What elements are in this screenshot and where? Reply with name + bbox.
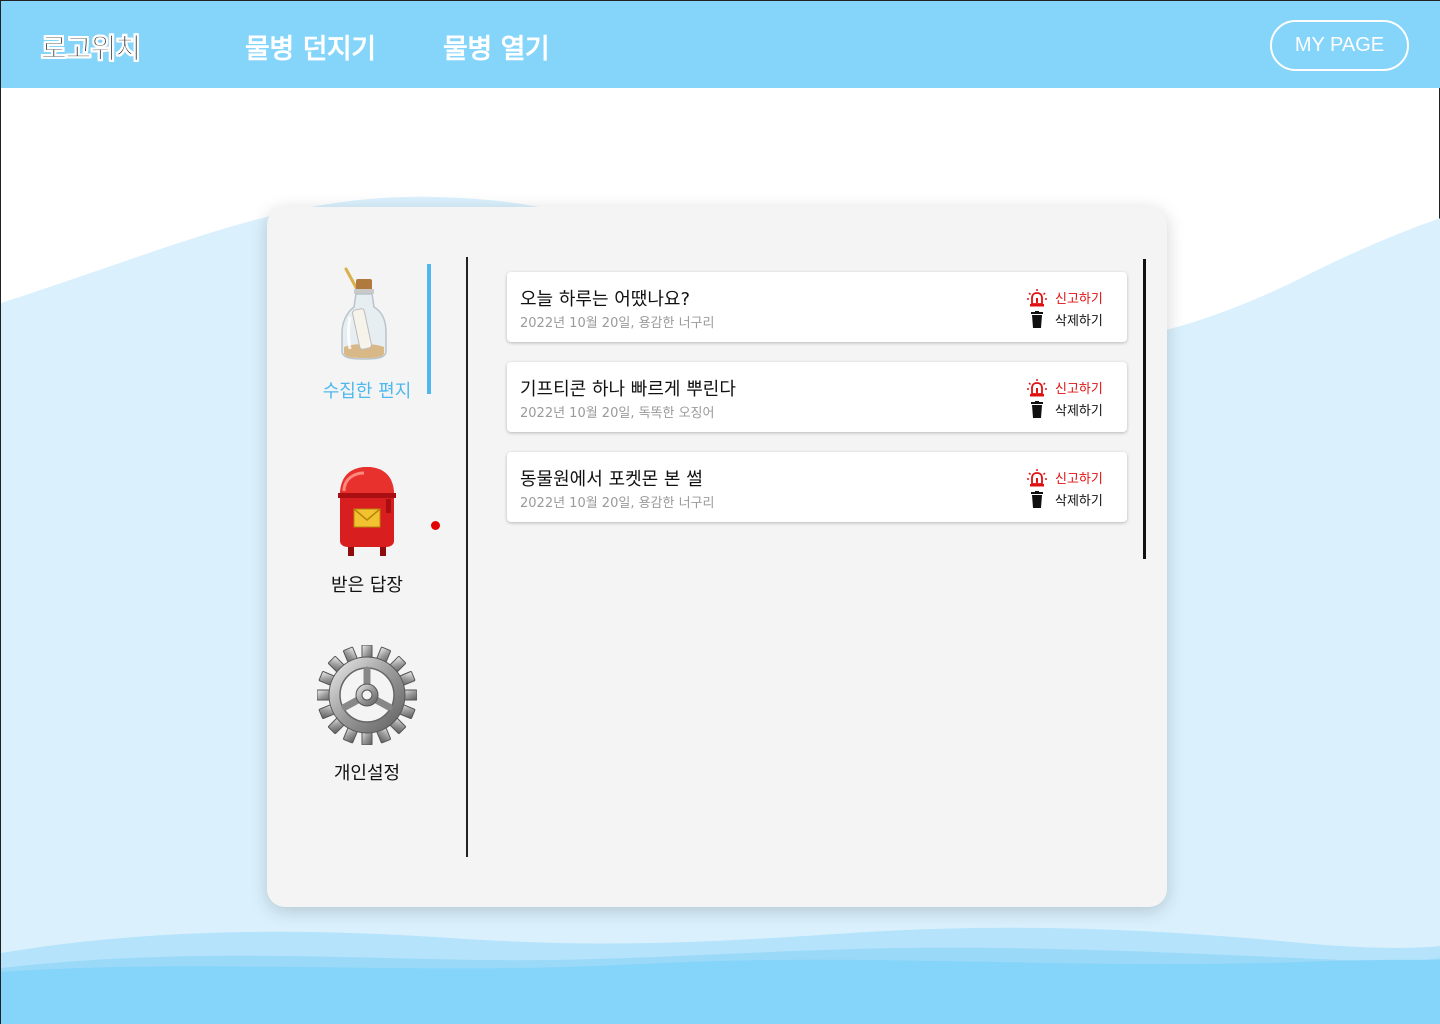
delete-label: 삭제하기	[1055, 494, 1103, 509]
message-bottle-icon	[332, 263, 402, 363]
nav-throw-bottle[interactable]: 물병 던지기	[245, 27, 376, 66]
letter-title: 기프티콘 하나 빠르게 뿌린다	[520, 379, 736, 400]
gear-icon	[317, 645, 417, 745]
letter-title: 동물원에서 포켓몬 본 썰	[520, 469, 703, 490]
notification-dot	[431, 521, 440, 530]
delete-button[interactable]: 삭제하기	[1027, 490, 1103, 509]
mypage-card: 수집한 편지 받은 답장 개인설정 오늘 하루는 어땠나요? 2022년 10월…	[267, 207, 1167, 907]
siren-icon	[1027, 468, 1047, 486]
sidebar-label-collected-letters: 수집한 편지	[322, 381, 412, 402]
scrollbar[interactable]	[1143, 259, 1146, 559]
trash-icon	[1031, 491, 1043, 508]
top-navbar: 로고위치 물병 던지기 물병 열기 MY PAGE	[1, 1, 1440, 88]
letter-meta: 2022년 10월 20일, 용감한 너구리	[520, 316, 715, 331]
report-button[interactable]: 신고하기	[1027, 378, 1103, 397]
report-button[interactable]: 신고하기	[1027, 288, 1103, 307]
letter-title: 오늘 하루는 어땠나요?	[520, 289, 691, 310]
nav-open-bottle[interactable]: 물병 열기	[443, 27, 550, 66]
sidebar-item-settings[interactable]: 개인설정	[267, 645, 467, 785]
trash-icon	[1031, 311, 1043, 328]
delete-label: 삭제하기	[1055, 314, 1103, 329]
delete-button[interactable]: 삭제하기	[1027, 400, 1103, 419]
sidebar-label-settings: 개인설정	[333, 763, 401, 784]
logo[interactable]: 로고위치	[41, 27, 142, 67]
sidebar-item-collected-letters[interactable]: 수집한 편지	[267, 263, 467, 403]
siren-icon	[1027, 288, 1047, 306]
delete-button[interactable]: 삭제하기	[1027, 310, 1103, 329]
letter-meta: 2022년 10월 20일, 독똑한 오징어	[520, 406, 715, 421]
letter-item[interactable]: 기프티콘 하나 빠르게 뿌린다 2022년 10월 20일, 독똑한 오징어 신…	[507, 362, 1127, 432]
mypage-button[interactable]: MY PAGE	[1270, 20, 1409, 71]
report-button[interactable]: 신고하기	[1027, 468, 1103, 487]
red-mailbox-icon	[334, 457, 400, 557]
trash-icon	[1031, 401, 1043, 418]
report-label: 신고하기	[1055, 382, 1103, 397]
siren-icon	[1027, 378, 1047, 396]
active-indicator	[427, 264, 431, 394]
report-label: 신고하기	[1055, 292, 1103, 307]
letter-item[interactable]: 오늘 하루는 어땠나요? 2022년 10월 20일, 용감한 너구리 신고하기	[507, 272, 1127, 342]
vertical-divider	[466, 257, 468, 857]
letter-meta: 2022년 10월 20일, 용감한 너구리	[520, 496, 715, 511]
letter-list: 오늘 하루는 어땠나요? 2022년 10월 20일, 용감한 너구리 신고하기	[507, 272, 1127, 542]
report-label: 신고하기	[1055, 472, 1103, 487]
letter-item[interactable]: 동물원에서 포켓몬 본 썰 2022년 10월 20일, 용감한 너구리 신고하…	[507, 452, 1127, 522]
sidebar-label-received-replies: 받은 답장	[331, 575, 403, 596]
delete-label: 삭제하기	[1055, 404, 1103, 419]
